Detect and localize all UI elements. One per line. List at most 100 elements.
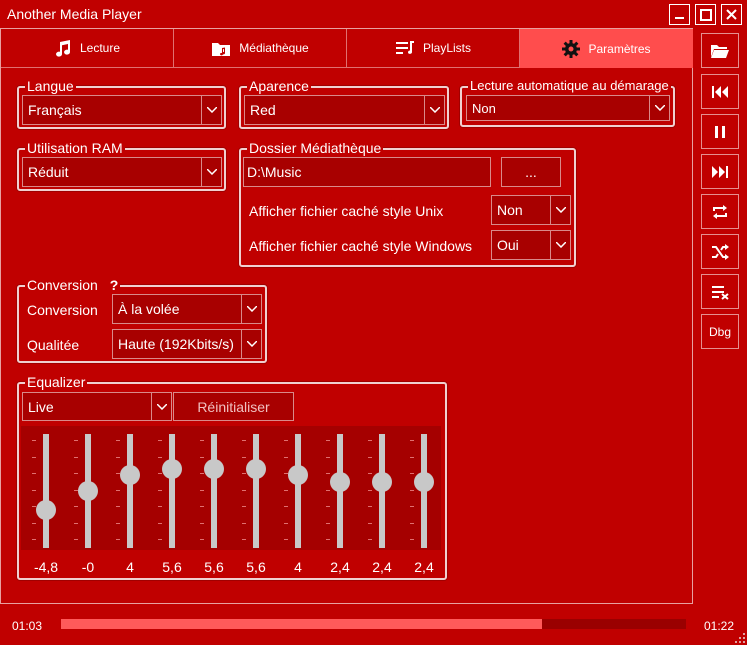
eq-band-value: 4 [126,559,134,575]
elapsed-time: 01:03 [12,619,43,633]
eq-band-value: 5,6 [204,559,224,575]
windows-hidden-select[interactable]: Oui [491,230,571,260]
windows-hidden-value: Oui [497,237,519,253]
quality-value: Haute (192Kbits/s) [118,336,234,352]
eq-slider-track[interactable] [253,434,259,548]
browse-button[interactable]: ... [501,157,561,187]
langue-select[interactable]: Français [22,95,222,125]
tab-label: Paramètres [588,41,651,56]
eq-band-value: 5,6 [246,559,266,575]
eq-preset-value: Live [28,398,54,415]
eq-band-value: 2,4 [330,559,350,575]
chevron-down-icon [424,96,444,124]
clear-queue-icon [712,285,729,300]
ram-select[interactable]: Réduit [22,157,222,187]
seek-bar-fill [61,619,543,629]
eq-slider-thumb[interactable] [372,471,392,492]
chevron-down-icon [241,295,261,323]
tab-label: Lecture [79,41,121,55]
pause-button[interactable] [701,114,739,149]
eq-slider-track[interactable] [43,434,49,548]
tab-lecture[interactable]: Lecture [1,29,174,68]
eq-slider-track[interactable] [211,434,217,548]
conversion-title: Conversion ? [25,277,121,293]
unix-hidden-select[interactable]: Non [491,195,571,225]
chevron-down-icon [241,330,261,358]
tab-label: PlayLists [422,41,472,55]
library-title: Dossier Médiathèque [247,140,384,156]
chevron-down-icon [201,158,221,186]
folder-music-icon [212,42,231,56]
pause-icon [715,125,725,138]
total-time: 01:22 [704,619,735,633]
title-bar: Another Media Player [0,0,747,29]
next-icon [712,165,728,178]
aparence-title: Aparence [247,78,311,94]
eq-band-value: 5,6 [162,559,182,575]
previous-button[interactable] [701,74,739,109]
minimize-button[interactable] [669,4,690,25]
tab-playlists[interactable]: PlayLists [347,29,520,68]
windows-hidden-label: Afficher fichier caché style Windows [249,238,473,254]
eq-slider-thumb[interactable] [204,459,224,480]
maximize-icon [699,8,712,21]
chevron-down-icon [550,196,570,224]
resize-grip-icon[interactable] [735,633,745,643]
eq-band-value: 4 [294,559,302,575]
quality-select[interactable]: Haute (192Kbits/s) [112,329,262,359]
close-button[interactable] [721,4,742,25]
help-icon[interactable]: ? [110,277,119,293]
shuffle-icon [712,243,729,260]
conversion-mode-select[interactable]: À la volée [112,294,262,324]
eq-band-value: 2,4 [372,559,392,575]
maximize-button[interactable] [695,4,716,25]
unix-hidden-value: Non [497,202,523,218]
clear-queue-button[interactable] [701,274,739,309]
gear-icon [562,39,581,58]
chevron-down-icon [151,393,171,420]
eq-slider-thumb[interactable] [414,471,434,492]
eq-preset-select[interactable]: Live [22,392,172,421]
chevron-down-icon [201,96,221,124]
shuffle-button[interactable] [701,234,739,269]
eq-slider-thumb[interactable] [246,459,266,480]
repeat-icon [713,204,727,219]
close-icon [726,9,737,20]
eq-slider-thumb[interactable] [330,471,350,492]
previous-icon [712,85,728,98]
music-note-icon [55,40,70,57]
open-folder-button[interactable] [701,33,739,68]
ram-title: Utilisation RAM [25,140,125,156]
tab-mediatheque[interactable]: Médiathèque [174,29,347,68]
tab-label: Médiathèque [239,41,309,55]
eq-reset-button[interactable]: Réinitialiser [173,392,294,421]
langue-value: Français [28,102,82,118]
eq-slider-track[interactable] [169,434,175,548]
minimize-icon [675,17,684,19]
next-button[interactable] [701,154,739,189]
repeat-button[interactable] [701,194,739,229]
tab-parametres[interactable]: Paramètres [520,29,693,68]
aparence-select[interactable]: Red [244,95,445,125]
equalizer-title: Equalizer [25,374,88,390]
eq-slider-thumb[interactable] [36,499,56,520]
playlist-icon [395,41,414,54]
chevron-down-icon [649,96,669,120]
eq-slider-thumb[interactable] [162,459,182,480]
conversion-mode-label: Conversion [27,302,98,318]
eq-band-value: -4,8 [33,559,59,575]
library-path-input[interactable]: D:\Music [243,157,491,187]
eq-slider-thumb[interactable] [78,481,98,501]
eq-slider-track[interactable] [295,434,301,548]
tab-bar: Lecture Médiathèque PlayLists Paramètres [1,29,693,68]
autoplay-value: Non [472,100,496,116]
window-title: Another Media Player [7,6,142,22]
autoplay-select[interactable]: Non [466,95,670,121]
seek-bar[interactable] [61,619,686,629]
ram-value: Réduit [28,164,69,180]
aparence-value: Red [250,102,276,118]
quality-label: Qualitée [27,337,80,353]
debug-button[interactable]: Dbg [701,314,739,349]
langue-title: Langue [25,78,76,94]
eq-slider-track[interactable] [127,434,133,548]
